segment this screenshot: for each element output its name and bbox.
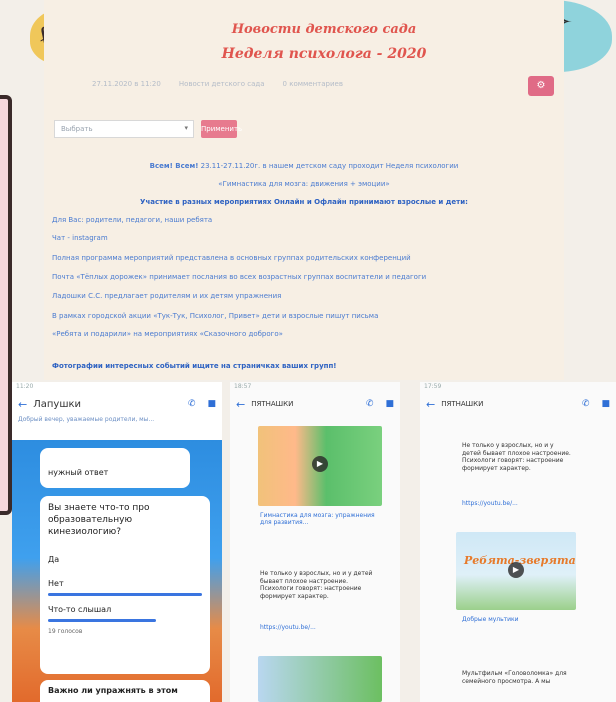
chat-header: ← ПЯТНАШКИ ✆ ■ [230,392,400,416]
chevron-down-icon: ▾ [184,124,188,132]
message-text: нужный ответ [48,468,109,477]
article-subtitle: «Гимнастика для мозга: движения + эмоции… [218,180,390,188]
video-icon[interactable]: ■ [385,399,394,409]
intro-rest: 23.11-27.11.20г. в нашем детском саду пр… [198,162,459,170]
phone-screenshot-chat-pyatnashki-2: 17:59 ← ПЯТНАШКИ ✆ ■ Не только у взрослы… [420,382,616,702]
back-arrow-icon[interactable]: ← [426,398,435,411]
settings-button[interactable]: ⚙ [528,76,554,96]
article-list-item: Для Вас: родители, педагоги, наши ребята [52,216,213,224]
article-list-item: Ладошки С.С. предлагает родителям и их д… [52,292,282,300]
article-list-item: В рамках городской акции «Тук-Тук, Психо… [52,312,379,320]
status-bar: 11:20 [16,383,34,390]
intro-bold: Всем! Всем! [149,162,199,170]
chat-header: ← Лапушки ✆ ■ [12,392,222,416]
site-screenshot: Новости детского сада Неделя психолога -… [44,0,564,380]
poll-votes: 19 голосов [48,628,83,636]
status-bar: 18:57 [234,383,252,390]
apply-button[interactable]: Применить [201,120,242,138]
chat-title: ПЯТНАШКИ [441,400,484,408]
phone-icon[interactable]: ✆ [188,399,196,409]
phone-icon[interactable]: ✆ [366,399,374,409]
back-arrow-icon[interactable]: ← [236,398,245,411]
meta-comments[interactable]: 0 комментариев [283,80,343,92]
site-title: Новости детского сада [231,22,417,37]
poll-card: Вы знаете что-то про образовательную кин… [40,496,210,674]
article-list-item: Почта «Тёплых дорожек» принимает послани… [52,273,427,281]
filter-select[interactable]: Выбрать ▾ [54,120,194,138]
message-text: Важно ли упражнять в этом [48,686,178,695]
phone-icon[interactable]: ✆ [582,399,590,409]
video-icon[interactable]: ■ [207,399,216,409]
article-intro: Всем! Всем! 23.11-27.11.20г. в нашем дет… [44,162,564,170]
video-thumbnail[interactable] [258,656,382,702]
video-icon[interactable]: ■ [601,399,610,409]
phone-screenshot-chat-lapushki: 11:20 ← Лапушки ✆ ■ Добрый вечер, уважае… [12,382,222,702]
poll-option[interactable]: Нет [48,576,202,591]
poll-option[interactable]: Да [48,552,202,567]
chat-title: ПЯТНАШКИ [251,400,294,408]
chat-preview: Добрый вечер, уважаемые родители, мы... [18,416,155,423]
status-bar: 17:59 [424,383,442,390]
message-bubble: Важно ли упражнять в этом [40,680,210,702]
message-text: Мультфильм «Головоломка» для семейного п… [462,670,567,685]
article-list-item: Полная программа мероприятий представлен… [52,254,411,262]
video-thumbnail[interactable]: ▶ [258,426,382,506]
message-text: Не только у взрослых, но и у детей бывае… [462,442,571,472]
chat-header: ← ПЯТНАШКИ ✆ ■ [420,392,616,416]
page-title: Неделя психолога - 2020 [221,46,427,62]
article-footer: Фотографии интересных событий ищите на с… [52,362,337,370]
article-participation: Участие в разных мероприятиях Онлайн и О… [140,198,468,206]
phone-screenshot-chat-pyatnashki: 18:57 ← ПЯТНАШКИ ✆ ■ ▶ Гимнастика для мо… [230,382,400,702]
post-meta: 27.11.2020 в 11:20 Новости детского сада… [92,80,492,92]
poll-option[interactable]: Что-то слышал [48,602,202,617]
chat-title: Лапушки [33,398,82,410]
message-bubble: нужный ответ [40,448,190,488]
message-text: Не только у взрослых, но и у детей бывае… [260,570,373,600]
video-link[interactable]: https://youtu.be/... [260,624,380,631]
poll-bar [48,619,156,623]
back-arrow-icon[interactable]: ← [18,398,27,411]
meta-date: 27.11.2020 в 11:20 [92,80,161,88]
poll-bar [48,593,202,597]
poll-question: Вы знаете что-то про образовательную кин… [48,503,150,538]
filter-select-value: Выбрать [61,125,93,133]
article-list-item: «Ребята и подарили» на мероприятиях «Ска… [52,330,283,338]
decorative-frame [0,95,12,515]
video-link[interactable]: Гимнастика для мозга: упражнения для раз… [260,512,380,526]
play-icon[interactable]: ▶ [312,456,328,472]
article-list-item: Чат - instagram [52,234,108,242]
meta-category[interactable]: Новости детского сада [179,80,265,92]
video-link[interactable]: https://youtu.be/... [462,500,572,507]
video-thumbnail[interactable]: Ребята-зверята ▶ [456,532,576,610]
video-link[interactable]: Добрые мультики [462,616,572,623]
play-icon[interactable]: ▶ [508,562,524,578]
